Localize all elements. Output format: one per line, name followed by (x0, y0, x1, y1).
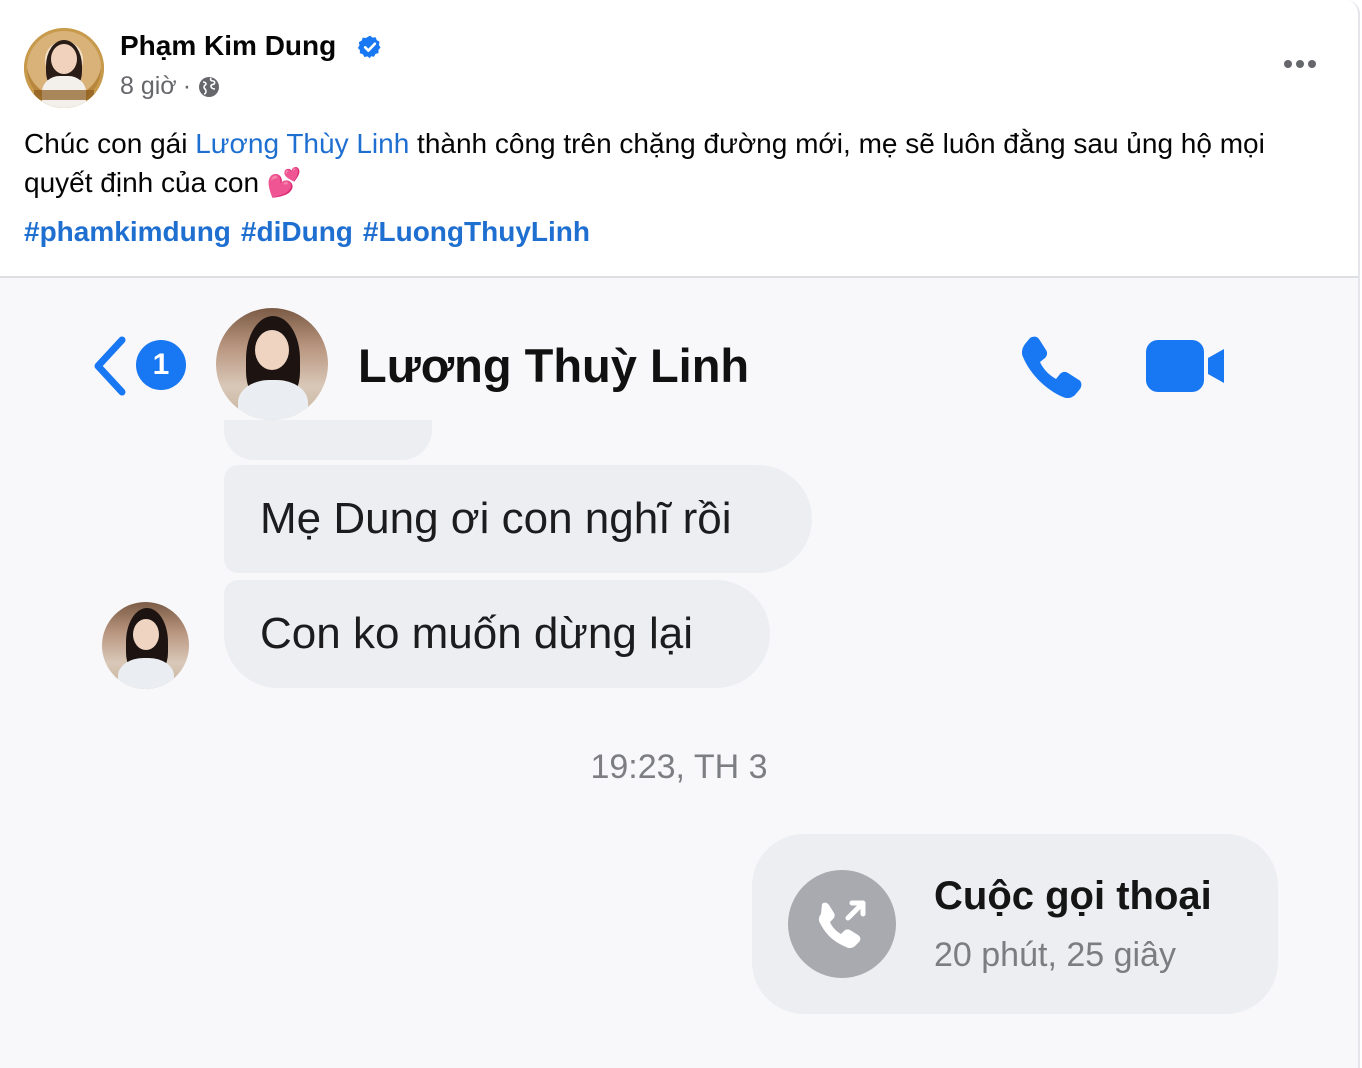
call-title: Cuộc gọi thoại (934, 874, 1212, 918)
message-bubble: Con ko muốn dừng lại (224, 580, 770, 688)
phone-icon (1021, 336, 1082, 399)
author-avatar[interactable] (24, 28, 104, 108)
outgoing-call-icon (818, 900, 866, 949)
contact-name: Lương Thuỳ Linh (358, 339, 750, 392)
meta-separator: · (182, 72, 192, 100)
hashtag-link[interactable]: #diDung (241, 216, 353, 247)
hashtag-link[interactable]: #phamkimdung (24, 216, 231, 247)
unread-count-badge: 1 (136, 340, 186, 390)
caption-text-start: Chúc con gái (24, 128, 196, 159)
contact-avatar (216, 308, 328, 420)
verified-badge-icon (357, 35, 381, 59)
chat-timestamp: 19:23, TH 3 (590, 748, 768, 786)
author-name[interactable]: Phạm Kim Dung (120, 30, 336, 62)
facebook-post: Phạm Kim Dung 8 giờ · Chúc con gái Lương… (0, 0, 1360, 1068)
hashtag-link[interactable]: #LuongThuyLinh (363, 216, 590, 247)
partial-message-bubble (224, 420, 432, 460)
voice-call-card: Cuộc gọi thoại 20 phút, 25 giây (752, 834, 1278, 1014)
hashtag-list: #phamkimdung #diDung #LuongThuyLinh (24, 216, 600, 248)
mention-link[interactable]: Lương Thùy Linh (195, 128, 409, 159)
message-bubble: Mẹ Dung ơi con nghĩ rồi (224, 465, 812, 573)
globe-icon[interactable] (197, 75, 221, 99)
post-time[interactable]: 8 giờ (120, 72, 177, 101)
call-icon-circle (788, 870, 896, 978)
back-chevron-icon (94, 336, 126, 396)
video-camera-icon (1146, 340, 1224, 392)
sender-avatar (102, 602, 189, 689)
post-caption: Chúc con gái Lương Thùy Linh thành công … (24, 124, 1334, 202)
call-duration: 20 phút, 25 giây (934, 936, 1176, 974)
more-options-icon[interactable] (1280, 50, 1320, 78)
post-meta: 8 giờ · (120, 72, 221, 101)
